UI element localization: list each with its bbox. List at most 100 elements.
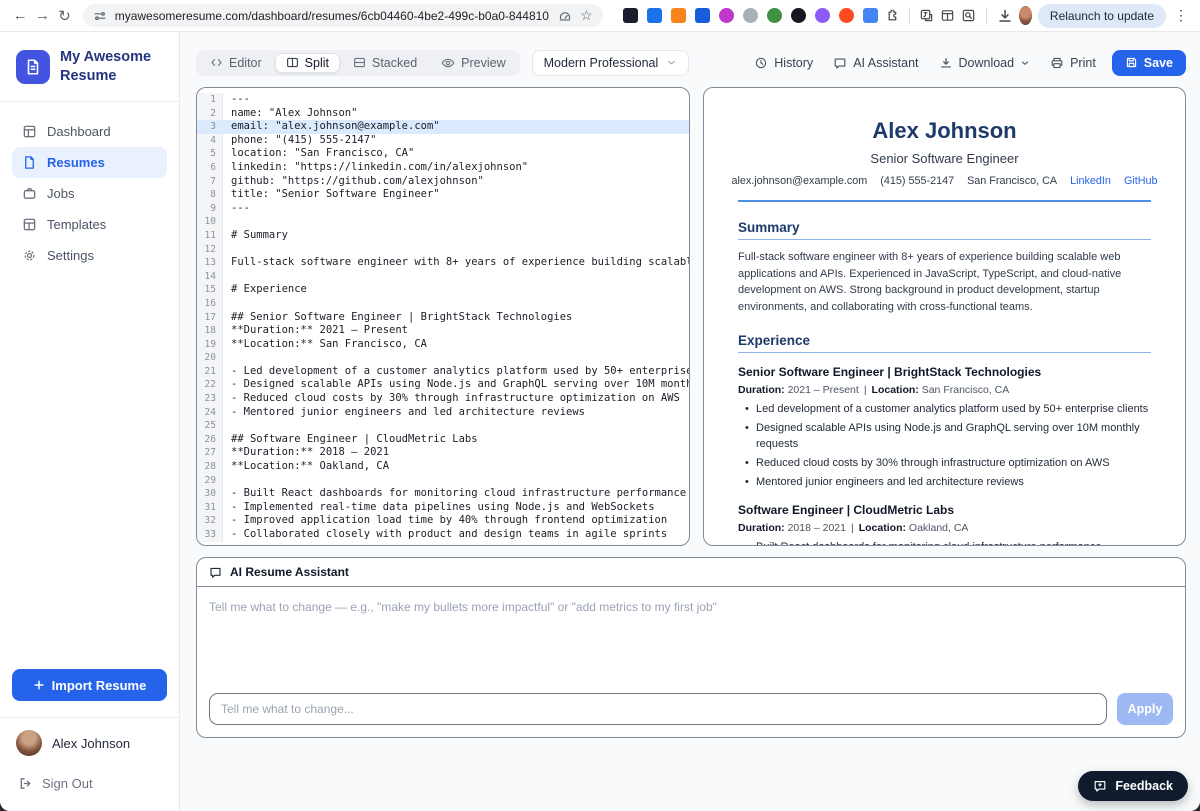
editor-line[interactable]: 10 <box>197 215 689 229</box>
extension-icon-black-circle[interactable] <box>791 8 806 23</box>
save-button[interactable]: Save <box>1112 50 1186 76</box>
extension-icon-blue-shield[interactable] <box>695 8 710 23</box>
editor-line[interactable]: 11# Summary <box>197 229 689 243</box>
editor-line[interactable]: 33- Collaborated closely with product an… <box>197 528 689 542</box>
extension-icon-dark-grid[interactable] <box>623 8 638 23</box>
editor-line[interactable]: 31- Implemented real-time data pipelines… <box>197 501 689 515</box>
extension-icon-orange-starburst[interactable] <box>839 8 854 23</box>
editor-line[interactable]: 1--- <box>197 93 689 107</box>
browser-profile-avatar[interactable] <box>1019 6 1032 25</box>
line-number: 6 <box>197 161 223 175</box>
site-info-icon[interactable] <box>93 9 107 23</box>
eye-icon <box>441 56 455 70</box>
editor-line[interactable]: 17## Senior Software Engineer | BrightSt… <box>197 311 689 325</box>
editor-line[interactable]: 6linkedin: "https://linkedin.com/in/alex… <box>197 161 689 175</box>
download-button[interactable]: Download <box>929 51 1041 75</box>
import-resume-button[interactable]: Import Resume <box>12 669 167 701</box>
view-mode-editor[interactable]: Editor <box>199 53 273 73</box>
line-number: 19 <box>197 338 223 352</box>
editor-line[interactable]: 12 <box>197 243 689 257</box>
editor-line[interactable]: 3email: "alex.johnson@example.com" <box>197 120 689 134</box>
editor-line[interactable]: 28**Location:** Oakland, CA <box>197 460 689 474</box>
resume-linkedin-link[interactable]: LinkedIn <box>1070 175 1111 187</box>
editor-line[interactable]: 18**Duration:** 2021 – Present <box>197 324 689 338</box>
markdown-editor[interactable]: 1---2name: "Alex Johnson"3email: "alex.j… <box>196 87 690 546</box>
back-icon[interactable]: ← <box>12 4 28 28</box>
editor-line[interactable]: 9--- <box>197 202 689 216</box>
editor-line[interactable]: 23- Reduced cloud costs by 30% through i… <box>197 392 689 406</box>
editor-line[interactable]: 26## Software Engineer | CloudMetric Lab… <box>197 433 689 447</box>
sidebar-item-jobs[interactable]: Jobs <box>12 178 167 209</box>
resume-github-link[interactable]: GitHub <box>1124 175 1158 187</box>
line-text <box>223 297 689 311</box>
chrome-menu-icon[interactable]: ⋮ <box>1172 7 1190 24</box>
extension-icon-blue-translate[interactable] <box>647 8 662 23</box>
user-name: Alex Johnson <box>52 736 130 751</box>
view-mode-split[interactable]: Split <box>275 53 340 73</box>
bookmark-star-icon[interactable]: ☆ <box>580 7 593 24</box>
editor-line[interactable]: 22- Designed scalable APIs using Node.js… <box>197 378 689 392</box>
print-button[interactable]: Print <box>1040 51 1106 75</box>
extension-icon-violet-flower[interactable] <box>815 8 830 23</box>
editor-line[interactable]: 4phone: "(415) 555-2147" <box>197 134 689 148</box>
table-grid-icon[interactable] <box>940 8 955 23</box>
app-brand[interactable]: My AwesomeResume <box>0 32 179 102</box>
extension-icon-metamask-fox[interactable] <box>671 8 686 23</box>
editor-line[interactable]: 21- Led development of a customer analyt… <box>197 365 689 379</box>
sidebar-item-templates[interactable]: Templates <box>12 209 167 240</box>
printer-icon <box>1050 56 1064 70</box>
extension-icon-blue-arrow[interactable] <box>863 8 878 23</box>
editor-line[interactable]: 2name: "Alex Johnson" <box>197 107 689 121</box>
editor-line[interactable]: 14 <box>197 270 689 284</box>
sidebar-item-label: Templates <box>47 217 106 232</box>
line-text: - Built React dashboards for monitoring … <box>223 487 689 501</box>
line-text <box>223 215 689 229</box>
sign-out-button[interactable]: Sign Out <box>0 762 179 811</box>
sidebar-item-resumes[interactable]: Resumes <box>12 147 167 178</box>
sidebar-item-dashboard[interactable]: Dashboard <box>12 116 167 147</box>
editor-line[interactable]: 25 <box>197 419 689 433</box>
gear-icon <box>22 248 37 263</box>
extension-icon-green-tree[interactable] <box>767 8 782 23</box>
line-text: Full-stack software engineer with 8+ yea… <box>223 256 689 270</box>
editor-line[interactable]: 15# Experience <box>197 283 689 297</box>
puzzle-extensions-icon[interactable] <box>884 8 899 23</box>
ai-assistant-button[interactable]: AI Assistant <box>823 51 928 75</box>
editor-line[interactable]: 20 <box>197 351 689 365</box>
template-dropdown-value: Modern Professional <box>544 56 659 70</box>
editor-line[interactable]: 24- Mentored junior engineers and led ar… <box>197 406 689 420</box>
performance-gauge-icon[interactable] <box>558 9 572 23</box>
address-bar[interactable]: myawesomeresume.com/dashboard/resumes/6c… <box>83 4 603 27</box>
editor-line[interactable]: 16 <box>197 297 689 311</box>
downloads-icon[interactable] <box>997 8 1013 24</box>
sidebar-nav: Dashboard Resumes Jobs Templates Setting… <box>0 102 179 271</box>
forward-icon[interactable]: → <box>34 4 50 28</box>
editor-line[interactable]: 30- Built React dashboards for monitorin… <box>197 487 689 501</box>
extension-icon-gray-sphere[interactable] <box>743 8 758 23</box>
template-dropdown[interactable]: Modern Professional <box>532 50 690 76</box>
history-button[interactable]: History <box>744 51 823 75</box>
sidebar-item-settings[interactable]: Settings <box>12 240 167 271</box>
editor-line[interactable]: 19**Location:** San Francisco, CA <box>197 338 689 352</box>
translate-page-icon[interactable] <box>919 8 934 23</box>
ai-prompt-input[interactable] <box>209 693 1107 725</box>
line-text: ## Software Engineer | CloudMetric Labs <box>223 433 689 447</box>
line-number: 32 <box>197 514 223 528</box>
editor-line[interactable]: 27**Duration:** 2018 – 2021 <box>197 446 689 460</box>
editor-line[interactable]: 32- Improved application load time by 40… <box>197 514 689 528</box>
editor-line[interactable]: 8title: "Senior Software Engineer" <box>197 188 689 202</box>
user-profile-row[interactable]: Alex Johnson <box>0 717 179 762</box>
relaunch-to-update-button[interactable]: Relaunch to update <box>1038 4 1166 28</box>
editor-line[interactable]: 7github: "https://github.com/alexjohnson… <box>197 175 689 189</box>
extension-icon-magenta-circle[interactable] <box>719 8 734 23</box>
feedback-button[interactable]: Feedback <box>1078 771 1188 801</box>
editor-line[interactable]: 5location: "San Francisco, CA" <box>197 147 689 161</box>
editor-line[interactable]: 13Full-stack software engineer with 8+ y… <box>197 256 689 270</box>
view-mode-stacked[interactable]: Stacked <box>342 53 428 73</box>
reload-icon[interactable]: ↻ <box>56 4 72 28</box>
view-mode-preview[interactable]: Preview <box>430 53 516 73</box>
page-search-icon[interactable] <box>961 8 976 23</box>
url-text[interactable]: myawesomeresume.com/dashboard/resumes/6c… <box>115 9 550 23</box>
apply-button[interactable]: Apply <box>1117 693 1173 725</box>
editor-line[interactable]: 29 <box>197 474 689 488</box>
